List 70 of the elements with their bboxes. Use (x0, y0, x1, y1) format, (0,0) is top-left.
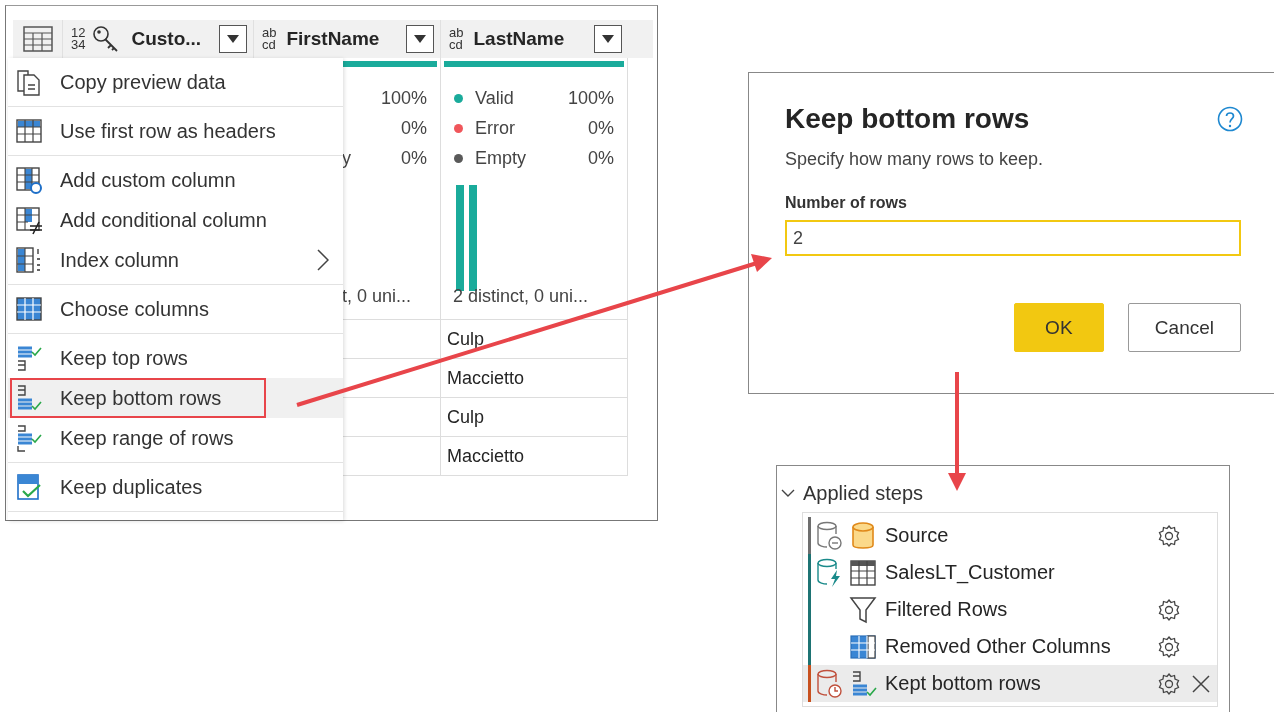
column-name: LastName (473, 28, 566, 50)
ok-button[interactable]: OK (1013, 303, 1104, 352)
settings-icon[interactable] (1157, 523, 1181, 548)
menu-item[interactable]: Index column (8, 240, 343, 280)
step-item[interactable]: Removed Other Columns (803, 628, 1217, 665)
dropdown-button[interactable] (594, 25, 622, 53)
dialog-title: Keep bottom rows (785, 103, 1030, 135)
table-cell: Maccietto (441, 359, 627, 398)
step-item[interactable]: Kept bottom rows (803, 665, 1217, 702)
database-bolt-icon (815, 557, 843, 588)
quality-percent: 100% (380, 87, 428, 109)
menu-item[interactable]: Keep top rows (8, 338, 343, 378)
quality-label: Empty (475, 147, 526, 169)
type-label: ab cd (449, 27, 464, 51)
funnel-icon (849, 594, 877, 625)
menu-item[interactable]: Choose columns (8, 289, 343, 329)
caret-down-icon (227, 35, 239, 43)
menu-item[interactable]: Keep duplicates (8, 467, 343, 507)
headers-icon (14, 116, 44, 146)
table-icon[interactable] (22, 26, 53, 52)
distinct-count: 2 distinct, 0 uni... (453, 286, 589, 307)
menu-item[interactable]: Add custom column (8, 160, 343, 200)
database-clock-icon (815, 668, 843, 699)
menu-item[interactable]: Add conditional column (8, 200, 343, 240)
menu-item[interactable]: Keep range of rows (8, 418, 343, 458)
cylinder-icon (849, 520, 877, 551)
conditional-icon (14, 205, 44, 235)
settings-icon[interactable] (1157, 597, 1181, 622)
choose-icon (14, 294, 44, 324)
database-minus-icon (815, 520, 843, 551)
column-name: FirstName (286, 28, 381, 50)
dialog-description: Specify how many rows to keep. (785, 149, 1045, 170)
step-item[interactable]: Source (803, 517, 1217, 554)
table-cell: Maccietto (441, 437, 627, 476)
quality-percent: 0% (401, 117, 428, 139)
menu-item[interactable]: Copy preview data (8, 62, 343, 102)
help-icon[interactable] (1217, 106, 1243, 132)
caret-down-icon (414, 35, 426, 43)
cancel-button[interactable]: Cancel (1127, 303, 1241, 352)
type-label: ab cd (262, 27, 277, 51)
quality-percent: 0% (588, 117, 615, 139)
caret-down-icon (602, 35, 614, 43)
step-item[interactable]: Filtered Rows (803, 591, 1217, 628)
chevron-right-icon (317, 249, 329, 271)
table-cell: Culp (441, 320, 627, 359)
distinct-count: t, 0 uni... (342, 286, 412, 307)
quality-percent: 0% (401, 147, 428, 169)
table-cell: Culp (441, 398, 627, 437)
quality-percent: 100% (567, 87, 615, 109)
menu-item[interactable]: Use first row as headers (8, 111, 343, 151)
dropdown-button[interactable] (406, 25, 434, 53)
field-label: Number of rows (785, 194, 908, 212)
table-icon (849, 557, 877, 588)
type-label: 12 34 (71, 27, 86, 51)
close-icon[interactable] (1191, 673, 1211, 694)
quality-label: Valid (475, 87, 514, 109)
step-item[interactable]: SalesLT_Customer (803, 554, 1217, 591)
dropdown-button[interactable] (219, 25, 247, 53)
settings-icon[interactable] (1157, 671, 1181, 696)
quality-label: Error (475, 117, 515, 139)
custom-icon (14, 165, 44, 195)
quality-label: y (342, 147, 351, 169)
column-name: Custo... (131, 28, 203, 50)
menu-item[interactable]: Keep bottom rows (8, 378, 343, 418)
keep-range-icon (14, 423, 44, 453)
input-field[interactable]: 2 (785, 220, 1241, 256)
settings-icon[interactable] (1157, 634, 1181, 659)
quality-percent: 0% (588, 147, 615, 169)
chevron-down-icon[interactable] (781, 488, 795, 498)
section-title: Applied steps (803, 481, 924, 505)
